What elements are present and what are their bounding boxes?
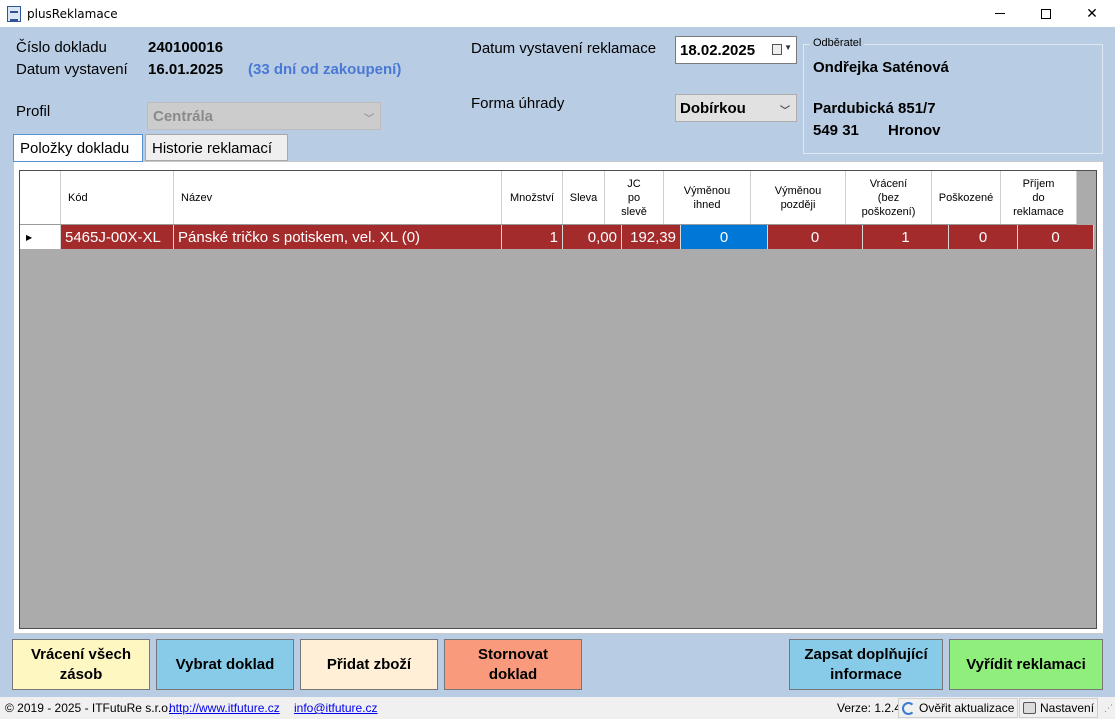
copyright-text: © 2019 - 2025 - ITFutuRe s.r.o. — [5, 701, 172, 715]
chevron-down-icon[interactable]: ▼ — [784, 43, 792, 52]
cell-jc[interactable]: 192,39 — [622, 225, 681, 249]
customer-street: Pardubická 851/7 — [813, 100, 936, 117]
add-goods-label: Přidat zboží — [326, 655, 412, 673]
column-header-nazev[interactable]: Název — [174, 171, 502, 224]
tab-historie-reklamaci[interactable]: Historie reklamací — [145, 134, 288, 161]
chevron-down-icon: ﹀ — [780, 106, 790, 117]
close-button[interactable]: ✕ — [1069, 0, 1115, 27]
resolve-complaint-button[interactable]: Vyřídit reklamaci — [949, 639, 1103, 690]
complaint-date-value: 18.02.2025 — [680, 42, 756, 59]
cell-poskozene[interactable]: 0 — [949, 225, 1018, 249]
customer-zip: 549 31 — [813, 122, 859, 139]
select-document-label: Vybrat doklad — [175, 655, 275, 673]
row-header-corner — [20, 171, 61, 224]
column-header-kod[interactable]: Kód — [61, 171, 174, 224]
settings-button[interactable]: Nastavení — [1019, 698, 1099, 718]
check-updates-label: Ověřit aktualizace — [919, 701, 1015, 715]
add-info-button[interactable]: Zapsat doplňující informace — [789, 639, 943, 690]
payment-value: Dobírkou — [680, 100, 746, 117]
profile-select: Centrála ﹀ — [147, 102, 381, 130]
payment-label: Forma úhrady — [471, 95, 565, 112]
cell-nazev[interactable]: Pánské tričko s potiskem, vel. XL (0) — [174, 225, 502, 249]
cell-vraceni[interactable]: 1 — [863, 225, 949, 249]
customer-name: Ondřejka Saténová — [813, 59, 949, 76]
window-title: plusReklamace — [27, 6, 118, 21]
add-info-label: Zapsat doplňující informace — [804, 645, 928, 683]
status-bar: © 2019 - 2025 - ITFutuRe s.r.o. http://w… — [0, 697, 1115, 719]
days-since-purchase: (33 dní od zakoupení) — [248, 61, 402, 78]
cell-mnozstvi[interactable]: 1 — [502, 225, 563, 249]
document-number-label: Číslo dokladu — [16, 39, 107, 56]
title-bar: plusReklamace ✕ — [0, 0, 1115, 27]
document-number: 240100016 — [148, 39, 224, 56]
chevron-down-icon: ﹀ — [364, 114, 374, 125]
column-header-prijem[interactable]: Příjem do reklamace — [1001, 171, 1077, 224]
resolve-complaint-label: Vyřídit reklamaci — [966, 655, 1086, 673]
row-pointer-icon[interactable]: ▶ — [20, 225, 61, 249]
cell-vymenou-pozdeji[interactable]: 0 — [768, 225, 863, 249]
minimize-icon — [995, 13, 1005, 14]
grid-header: Kód Název Množství Sleva JC po slevě Vým… — [20, 171, 1077, 225]
customer-city: Hronov — [888, 122, 941, 139]
settings-icon — [1023, 702, 1036, 714]
document-issued-date: 16.01.2025 — [148, 61, 224, 78]
complaint-date-label: Datum vystavení reklamace — [471, 40, 657, 57]
payment-select[interactable]: Dobírkou ﹀ — [675, 94, 797, 122]
return-all-stock-label: Vrácení všech zásob — [30, 645, 132, 683]
profile-label: Profil — [16, 103, 51, 120]
cancel-document-button[interactable]: Stornovat doklad — [444, 639, 582, 690]
cell-kod[interactable]: 5465J-00X-XL — [61, 225, 174, 249]
maximize-button[interactable] — [1023, 0, 1069, 27]
column-header-vymenou-ihned[interactable]: Výměnou ihned — [664, 171, 751, 224]
close-icon: ✕ — [1086, 5, 1098, 21]
calendar-icon[interactable] — [772, 44, 782, 55]
refresh-icon — [902, 701, 915, 715]
complaint-date-picker[interactable]: 18.02.2025 ▼ — [675, 36, 797, 64]
column-header-vraceni[interactable]: Vrácení (bez poškození) — [846, 171, 932, 224]
email-link[interactable]: info@itfuture.cz — [294, 701, 378, 715]
check-updates-button[interactable]: Ověřit aktualizace — [898, 698, 1019, 718]
maximize-icon — [1041, 8, 1051, 19]
cancel-document-label: Stornovat doklad — [477, 645, 548, 683]
column-header-sleva[interactable]: Sleva — [563, 171, 605, 224]
column-header-vymenou-pozdeji[interactable]: Výměnou později — [751, 171, 846, 224]
cell-vymenou-ihned[interactable]: 0 — [681, 225, 768, 249]
website-link[interactable]: http://www.itfuture.cz — [169, 701, 280, 715]
add-goods-button[interactable]: Přidat zboží — [300, 639, 438, 690]
return-all-stock-button[interactable]: Vrácení všech zásob — [12, 639, 150, 690]
table-row[interactable]: ▶ 5465J-00X-XL Pánské tričko s potiskem,… — [20, 225, 1094, 249]
document-issued-label: Datum vystavení — [16, 61, 128, 78]
tab-polozky-dokladu[interactable]: Položky dokladu — [13, 134, 143, 162]
select-document-button[interactable]: Vybrat doklad — [156, 639, 294, 690]
column-header-jc[interactable]: JC po slevě — [605, 171, 664, 224]
version-text: Verze: 1.2.4 — [837, 701, 902, 715]
settings-label: Nastavení — [1040, 701, 1095, 715]
resize-grip-icon[interactable]: ⋰ — [1104, 703, 1113, 714]
customer-legend: Odběratel — [810, 37, 865, 49]
profile-value: Centrála — [153, 108, 214, 125]
column-header-mnozstvi[interactable]: Množství — [502, 171, 563, 224]
cell-sleva[interactable]: 0,00 — [563, 225, 622, 249]
column-header-poskozene[interactable]: Poškozené — [932, 171, 1001, 224]
app-icon — [7, 5, 21, 22]
cell-prijem[interactable]: 0 — [1018, 225, 1094, 249]
minimize-button[interactable] — [977, 0, 1023, 27]
items-grid[interactable]: Kód Název Množství Sleva JC po slevě Vým… — [19, 170, 1097, 629]
